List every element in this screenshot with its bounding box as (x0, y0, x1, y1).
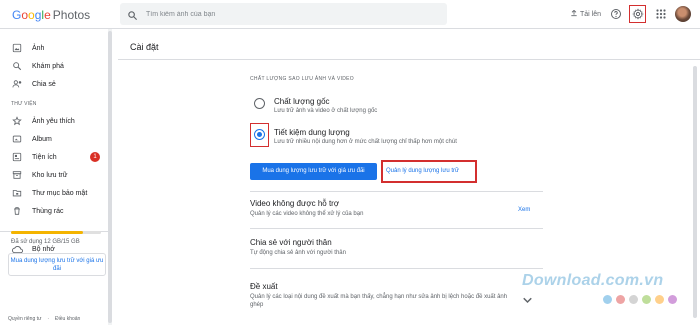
row-unsupported-videos[interactable]: Video không được hỗ trợ Quản lý các vide… (250, 199, 543, 218)
photo-icon (10, 43, 24, 53)
lock-folder-icon (10, 188, 24, 198)
search-box[interactable] (120, 3, 447, 25)
logo-google: Google (12, 8, 51, 22)
top-bar: GooglePhotos Tải lên (0, 0, 700, 29)
explore-icon (10, 61, 24, 71)
sidebar-item-trash[interactable]: Thùng rác (0, 202, 108, 220)
google-photos-logo[interactable]: Google Photos (12, 8, 90, 22)
footer-links: Quyền riêng tư · Điều khoản (8, 316, 80, 322)
view-link[interactable]: Xem (518, 207, 530, 213)
sidebar: Ảnh Khám phá Chia sẻ THƯ VIỆN Ảnh yêu th… (0, 29, 108, 325)
search-icon (127, 8, 138, 26)
apps-grid-icon[interactable] (654, 7, 668, 21)
trash-icon (10, 206, 24, 216)
storage-progress-bar (11, 231, 101, 234)
page-title: Cài đặt (130, 42, 159, 52)
gear-icon[interactable] (631, 7, 645, 21)
option-original-quality[interactable]: Chất lượng gốc Lưu trữ ảnh và video ở ch… (254, 97, 377, 114)
logo-photos: Photos (52, 8, 91, 22)
chevron-down-icon[interactable] (523, 291, 532, 309)
backup-quality-heading: CHẤT LƯỢNG SAO LƯU ẢNH VÀ VIDEO (250, 76, 354, 82)
option-title: Chất lượng gốc (274, 97, 330, 106)
option-desc: Lưu trữ ảnh và video ở chất lượng gốc (274, 108, 378, 114)
row-desc: Tự động chia sẻ ảnh với người thân (250, 250, 346, 256)
album-icon (10, 134, 24, 144)
sidebar-item-label: Thư mục bảo mật (32, 189, 88, 197)
upload-label: Tải lên (580, 10, 602, 18)
search-input[interactable] (146, 6, 436, 22)
sidebar-scrollbar[interactable] (108, 29, 112, 325)
option-title: Tiết kiệm dung lượng (274, 128, 350, 137)
upload-icon (570, 9, 578, 19)
row-desc: Quản lý các video không thể xử lý của bạ… (250, 211, 364, 217)
sidebar-item-favorites[interactable]: Ảnh yêu thích (0, 112, 108, 130)
row-title: Chia sẻ với người thân (250, 238, 332, 247)
sidebar-buy-storage-button[interactable]: Mua dung lượng lưu trữ với giá ưu đãi (8, 253, 106, 276)
upload-button[interactable]: Tải lên (570, 9, 601, 19)
row-title: Video không được hỗ trợ (250, 199, 340, 208)
main-scrollbar-thumb[interactable] (693, 66, 697, 318)
sidebar-item-label: Thùng rác (32, 207, 64, 215)
sidebar-item-explore[interactable]: Khám phá (0, 57, 108, 75)
sidebar-item-label: Ảnh (32, 44, 45, 52)
buy-storage-button[interactable]: Mua dung lượng lưu trữ với giá ưu đãi (250, 163, 377, 180)
row-title: Đề xuất (250, 282, 278, 291)
storage-usage-text: Đã sử dụng 12 GB/15 GB (11, 239, 80, 245)
option-desc: Lưu trữ nhiều nội dung hơn ở mức chất lư… (274, 139, 457, 145)
avatar[interactable] (675, 6, 691, 22)
main-scrollbar[interactable] (693, 59, 698, 325)
option-storage-saver[interactable]: Tiết kiệm dung lượng Lưu trữ nhiều nội d… (254, 128, 457, 145)
utilities-badge: 1 (90, 152, 100, 162)
settings-divider (250, 228, 543, 229)
help-icon[interactable] (609, 7, 623, 21)
archive-icon (10, 170, 24, 180)
privacy-link[interactable]: Quyền riêng tư (8, 316, 41, 322)
sidebar-item-label: Ảnh yêu thích (32, 117, 75, 125)
radio-storage-saver[interactable] (254, 129, 265, 140)
sidebar-item-label: Tiện ích (32, 153, 57, 161)
watermark-dots (603, 295, 677, 304)
sidebar-scrollbar-thumb[interactable] (108, 31, 112, 323)
manage-storage-link[interactable]: Quản lý dung lượng lưu trữ (386, 168, 459, 174)
sidebar-item-label: Album (32, 135, 52, 143)
row-partner-sharing[interactable]: Chia sẻ với người thân Tự động chia sẻ ả… (250, 238, 543, 257)
watermark-text: Download.com.vn (522, 272, 664, 289)
sidebar-item-sharing[interactable]: Chia sẻ (0, 75, 108, 93)
sidebar-item-album[interactable]: Album (0, 130, 108, 148)
sidebar-item-archive[interactable]: Kho lưu trữ (0, 166, 108, 184)
title-divider (118, 59, 700, 60)
sidebar-item-utilities[interactable]: Tiện ích 1 (0, 148, 108, 166)
star-icon (10, 116, 24, 126)
sidebar-item-photos[interactable]: Ảnh (0, 39, 108, 57)
storage-progress-fill (11, 231, 83, 234)
sidebar-item-label: Chia sẻ (32, 80, 56, 88)
share-icon (10, 79, 24, 89)
row-suggestions[interactable]: Đề xuất Quản lý các loại nội dung đề xuấ… (250, 282, 543, 309)
sidebar-item-label: Khám phá (32, 62, 64, 70)
settings-divider (250, 268, 543, 269)
storage-label: Bộ nhớ (32, 245, 55, 253)
terms-link[interactable]: Điều khoản (55, 316, 80, 322)
sidebar-item-label: Kho lưu trữ (32, 171, 68, 179)
row-desc: Quản lý các loại nội dung đề xuất mà bạn… (250, 294, 508, 308)
utilities-icon (10, 152, 24, 162)
footer-separator: · (47, 316, 50, 322)
library-heading: THƯ VIỆN (11, 101, 37, 107)
settings-divider (250, 191, 543, 192)
radio-original-quality[interactable] (254, 98, 265, 109)
sidebar-item-locked-folder[interactable]: Thư mục bảo mật (0, 184, 108, 202)
